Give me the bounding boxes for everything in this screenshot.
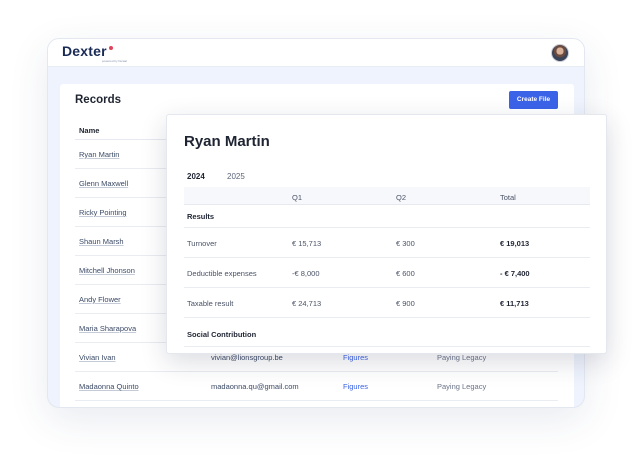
table-row: Turnover € 15,713 € 300 € 19,013 [184,228,590,257]
logo-tagline: powered by fiscaal [102,59,127,63]
cell-total: € 11,713 [500,299,529,308]
section-social-contribution: Social Contribution [187,330,257,339]
cell-total: - € 7,400 [500,269,530,278]
column-header-q2: Q2 [396,193,407,202]
cell-q2: € 300 [396,239,415,248]
table-row[interactable]: Madaonna Quinto madaonna.qu@gmail.com Fi… [75,372,558,401]
figures-table-header: Q1 Q2 Total [184,187,590,205]
detail-title: Ryan Martin [184,133,270,150]
logo-text-end: ter [88,43,107,59]
record-name-link[interactable]: Andy Flower [79,295,121,304]
record-email: madaonna.qu@gmail.com [211,382,299,391]
figures-link[interactable]: Figures [343,353,368,362]
row-label: Turnover [187,239,217,248]
record-email: vivian@lionsgroup.be [211,353,283,362]
cell-q1: -€ 8,000 [292,269,320,278]
section-divider [184,346,590,347]
row-label: Deductible expenses [187,269,257,278]
column-header-name: Name [79,126,100,135]
top-bar: Dexter powered by fiscaal [48,39,584,67]
table-row: Taxable result € 24,713 € 900 € 11,713 [184,288,590,317]
user-avatar[interactable] [551,44,569,62]
record-name-link[interactable]: Vivian Ivan [79,353,116,362]
record-status: Paying Legacy [437,353,487,362]
figures-link[interactable]: Figures [343,382,368,391]
section-results: Results [187,212,215,221]
tab-year-2025[interactable]: 2025 [227,172,245,181]
column-header-q1: Q1 [292,193,303,202]
record-name-link[interactable]: Madaonna Quinto [79,382,139,391]
create-file-button[interactable]: Create File [509,91,558,109]
record-name-link[interactable]: Maria Sharapova [79,324,136,333]
cell-q2: € 900 [396,299,415,308]
cell-q1: € 24,713 [292,299,322,308]
row-label: Taxable result [187,299,234,308]
record-detail-panel: Ryan Martin 2024 2025 Q1 Q2 Total Result… [166,114,607,354]
tab-year-2024[interactable]: 2024 [187,172,205,181]
cell-q1: € 15,713 [292,239,322,248]
record-status: Paying Legacy [437,382,487,391]
column-header-total: Total [500,193,516,202]
record-name-link[interactable]: Mitchell Jhonson [79,266,135,275]
row-divider [75,400,558,401]
record-name-link[interactable]: Ryan Martin [79,150,119,159]
logo-text-start: De [62,43,81,59]
dexter-logo[interactable]: Dexter powered by fiscaal [62,43,127,63]
row-divider [184,317,590,318]
record-name-link[interactable]: Shaun Marsh [79,237,124,246]
cell-total: € 19,013 [500,239,530,248]
record-name-link[interactable]: Glenn Maxwell [79,179,128,188]
table-row: Deductible expenses -€ 8,000 € 600 - € 7… [184,258,590,287]
cell-q2: € 600 [396,269,415,278]
record-name-link[interactable]: Ricky Pointing [79,208,127,217]
logo-dot-icon [109,46,113,50]
records-title: Records [75,94,122,106]
